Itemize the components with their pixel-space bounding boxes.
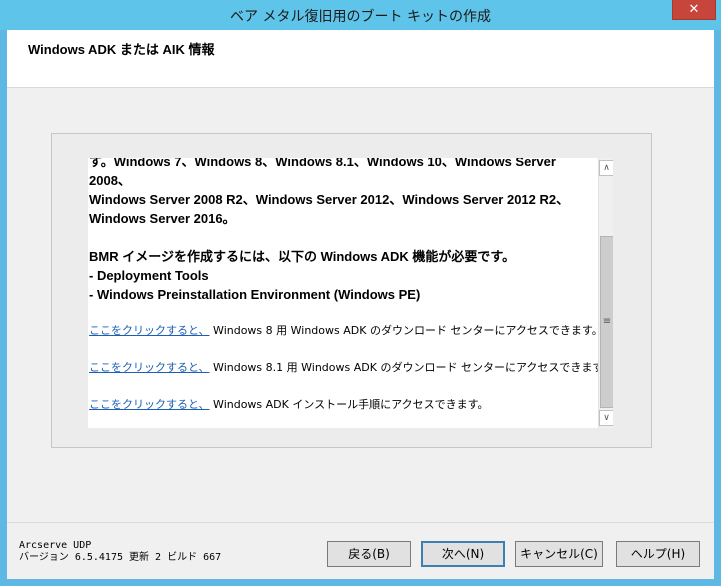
help-button[interactable]: ヘルプ(H) — [616, 541, 700, 567]
close-button[interactable]: ✕ — [672, 0, 716, 20]
adk8-download-text: Windows 8 用 Windows ADK のダウンロード センターにアクセ… — [209, 324, 603, 337]
product-info: Arcserve UDP バージョン 6.5.4175 更新 2 ビルド 667 — [19, 540, 221, 564]
adk-install-link[interactable]: ここをクリックすると、 — [89, 398, 210, 411]
footer-divider — [7, 522, 714, 523]
supported-os-line: す。Windows 7、Windows 8、Windows 8.1、Window… — [89, 158, 556, 188]
content-frame: す。Windows 7、Windows 8、Windows 8.1、Window… — [51, 133, 652, 448]
back-button[interactable]: 戻る(B) — [327, 541, 411, 567]
cancel-button[interactable]: キャンセル(C) — [515, 541, 603, 567]
adk8-download-row: ここをクリックすると、 Windows 8 用 Windows ADK のダウン… — [89, 324, 603, 338]
chevron-down-icon: ∨ — [603, 413, 610, 423]
requirement-line: BMR イメージを作成するには、以下の Windows ADK 機能が必要です。 — [89, 249, 516, 264]
requirement-line: - Windows Preinstallation Environment (W… — [89, 287, 421, 302]
supported-os-line: Windows Server 2016。 — [89, 211, 236, 226]
scroll-up-button[interactable]: ∧ — [599, 160, 613, 176]
grip-icon: ≡ — [602, 316, 612, 327]
product-name: Arcserve UDP — [19, 540, 92, 551]
supported-os-line: Windows Server 2008 R2、Windows Server 20… — [89, 192, 570, 207]
page-title: Windows ADK または AIK 情報 — [28, 42, 215, 57]
adk-install-row: ここをクリックすると、 Windows ADK インストール手順にアクセスできま… — [89, 398, 594, 412]
scroll-thumb[interactable]: ≡ — [600, 236, 613, 408]
product-version: バージョン 6.5.4175 更新 2 ビルド 667 — [19, 552, 222, 563]
next-button[interactable]: 次へ(N) — [421, 541, 505, 567]
scroll-down-button[interactable]: ∨ — [599, 410, 613, 426]
vertical-scrollbar[interactable]: ∧ ≡ ∨ — [598, 158, 613, 428]
dialog-window: Windows ADK または AIK 情報 す。Windows 7、Windo… — [7, 30, 714, 579]
chevron-up-icon: ∧ — [603, 163, 610, 173]
close-icon: ✕ — [688, 2, 700, 17]
adk81-download-link[interactable]: ここをクリックすると、 — [89, 361, 210, 374]
header-area: Windows ADK または AIK 情報 — [7, 30, 714, 88]
requirement-line: - Deployment Tools — [89, 268, 209, 283]
title-bar[interactable]: ベア メタル復旧用のブート キットの作成 ✕ — [0, 0, 721, 30]
window-title: ベア メタル復旧用のブート キットの作成 — [230, 9, 491, 25]
info-text-content: す。Windows 7、Windows 8、Windows 8.1、Window… — [88, 158, 613, 412]
adk81-download-row: ここをクリックすると、 Windows 8.1 用 Windows ADK のダ… — [89, 361, 613, 375]
adk8-download-link[interactable]: ここをクリックすると、 — [89, 324, 210, 337]
adk81-download-text: Windows 8.1 用 Windows ADK のダウンロード センターにア… — [209, 361, 613, 374]
info-text-box[interactable]: す。Windows 7、Windows 8、Windows 8.1、Window… — [88, 158, 613, 428]
adk-install-text: Windows ADK インストール手順にアクセスできます。 — [209, 398, 489, 411]
